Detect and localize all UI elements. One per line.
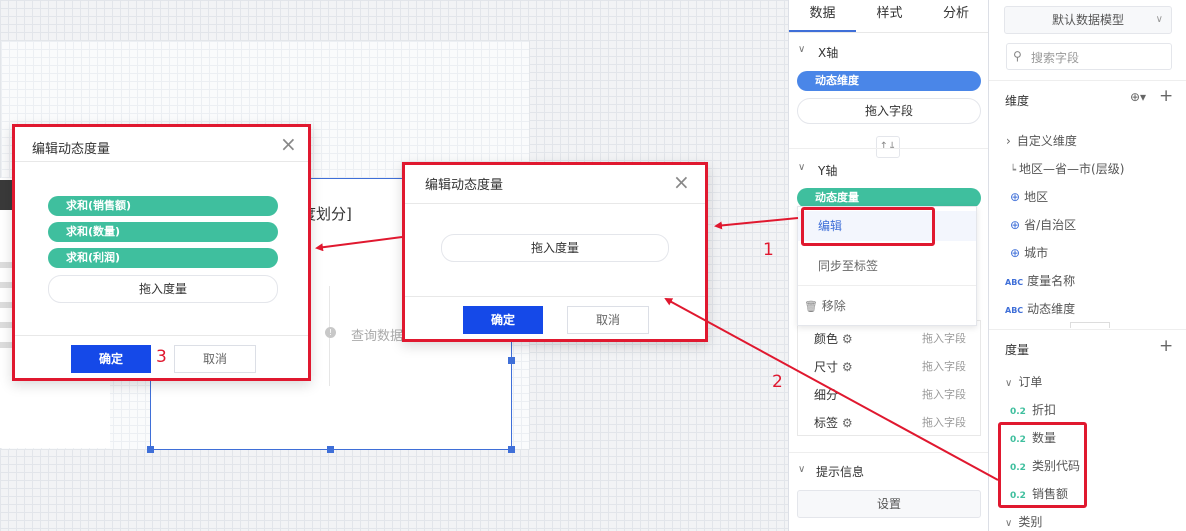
arrow-step-2 <box>664 298 999 481</box>
arrow-step-1 <box>714 217 799 230</box>
annotation-arrows <box>315 217 999 481</box>
arrow-step-3 <box>315 236 403 252</box>
